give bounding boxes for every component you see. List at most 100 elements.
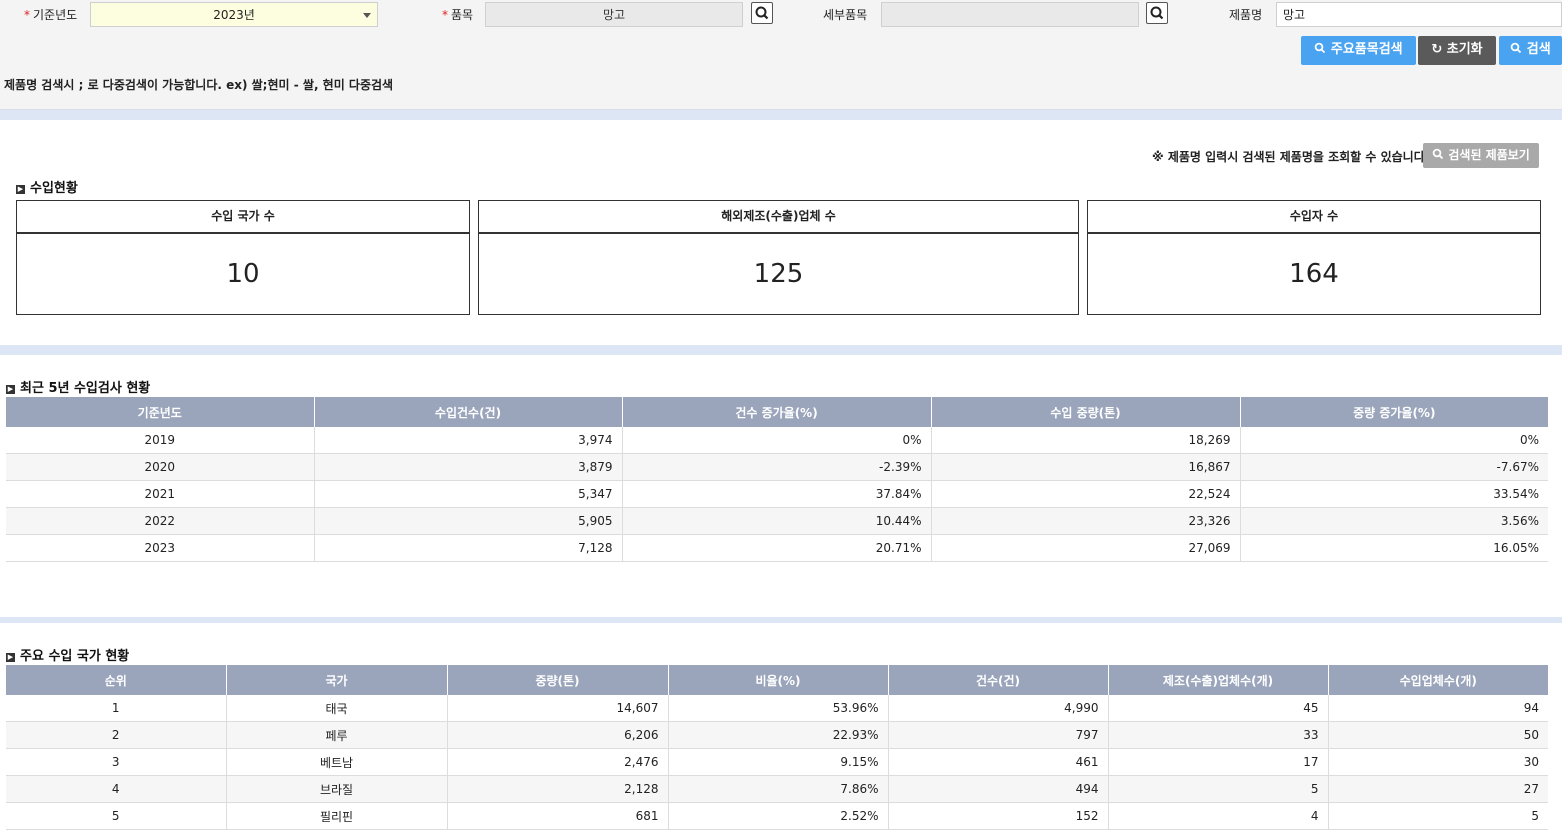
search-icon [1432, 148, 1444, 160]
year-select-value: 2023년 [213, 8, 255, 22]
column-header[interactable]: 수입업체수(개) [1328, 665, 1548, 695]
year-label: * 기준년도 [24, 8, 78, 22]
product-name-input[interactable]: 망고 [1276, 2, 1562, 27]
table-row: 2021 5,347 37.84% 22,524 33.54% [6, 480, 1548, 508]
table-header-row: 순위 국가 중량(톤) 비율(%) 건수(건) 제조(수출)업체수(개) 수입업… [6, 665, 1548, 695]
manufacturer-count-cell: 33 [1108, 721, 1329, 749]
search-button[interactable]: 검색 [1499, 36, 1562, 65]
item-field[interactable]: 망고 [485, 2, 743, 27]
count-cell: 4,990 [888, 695, 1109, 722]
year-cell: 2021 [6, 480, 315, 508]
item-label: * 품목 [442, 8, 474, 22]
column-header[interactable]: 중량(톤) [447, 665, 669, 695]
table-row: 5 필리핀 681 2.52% 152 4 5 [6, 802, 1548, 830]
five-year-title: ▶ 최근 5년 수입검사 현황 [6, 381, 151, 396]
year-cell: 2022 [6, 507, 315, 535]
multi-search-hint: 제품명 검색시 ; 로 다중검색이 가능합니다. ex) 쌀;현미 - 쌀, 현… [4, 78, 394, 92]
item-search-button[interactable] [751, 2, 773, 24]
product-notice: ※ 제품명 입력시 검색된 제품명을 조회할 수 있습니다. [1152, 150, 1430, 164]
count-cell: 494 [888, 775, 1109, 803]
subitem-field[interactable] [881, 2, 1139, 27]
search-icon [1510, 42, 1522, 54]
table-row: 3 베트남 2,476 9.15% 461 17 30 [6, 748, 1548, 776]
count-cell: 5,347 [314, 480, 623, 508]
search-icon [1315, 42, 1326, 54]
year-select[interactable]: 2023년 [90, 2, 378, 27]
section-divider [0, 110, 1562, 120]
count-rate-cell: 0% [622, 427, 932, 454]
column-header[interactable]: 비율(%) [668, 665, 889, 695]
country-cell: 페루 [226, 721, 448, 749]
count-cell: 797 [888, 721, 1109, 749]
column-header[interactable]: 중량 증가율(%) [1240, 397, 1548, 427]
product-label: 제품명 [1229, 8, 1263, 22]
reset-button[interactable]: ↻ 초기화 [1418, 36, 1496, 65]
view-searched-products-button[interactable]: 검색된 제품보기 [1423, 143, 1539, 168]
bullet-icon: ▶ [6, 653, 15, 662]
country-cell: 베트남 [226, 748, 448, 776]
five-year-table: 기준년도 수입건수(건) 건수 증가율(%) 수입 중량(톤) 중량 증가율(%… [6, 397, 1548, 562]
table-row: 2020 3,879 -2.39% 16,867 -7.67% [6, 453, 1548, 481]
weight-cell: 6,206 [447, 721, 669, 749]
rank-cell: 4 [6, 775, 227, 803]
count-cell: 3,879 [314, 453, 623, 481]
summary-title: ▶ 수입현황 [16, 181, 78, 196]
column-header[interactable]: 기준년도 [6, 397, 315, 427]
year-cell: 2020 [6, 453, 315, 481]
country-cell: 필리핀 [226, 802, 448, 830]
weight-cell: 16,867 [931, 453, 1241, 481]
weight-cell: 23,326 [931, 507, 1241, 535]
bullet-icon: ▶ [6, 385, 15, 394]
table-row: 2 페루 6,206 22.93% 797 33 50 [6, 721, 1548, 749]
column-header[interactable]: 건수 증가율(%) [622, 397, 932, 427]
rank-cell: 5 [6, 802, 227, 830]
count-rate-cell: -2.39% [622, 453, 932, 481]
weight-rate-cell: -7.67% [1240, 453, 1548, 481]
importer-count-cell: 50 [1328, 721, 1548, 749]
weight-rate-cell: 33.54% [1240, 480, 1548, 508]
subitem-label: 세부품목 [823, 8, 868, 22]
count-cell: 461 [888, 748, 1109, 776]
count-rate-cell: 37.84% [622, 480, 932, 508]
weight-rate-cell: 16.05% [1240, 534, 1548, 562]
search-icon [1150, 6, 1164, 20]
column-header[interactable]: 순위 [6, 665, 227, 695]
rank-cell: 3 [6, 748, 227, 776]
column-header[interactable]: 제조(수출)업체수(개) [1108, 665, 1329, 695]
ratio-cell: 7.86% [668, 775, 889, 803]
manufacturer-count-cell: 4 [1108, 802, 1329, 830]
weight-rate-cell: 0% [1240, 427, 1548, 454]
manufacturer-count-cell: 17 [1108, 748, 1329, 776]
weight-cell: 27,069 [931, 534, 1241, 562]
year-cell: 2019 [6, 427, 315, 454]
column-header[interactable]: 국가 [226, 665, 448, 695]
column-header[interactable]: 건수(건) [888, 665, 1109, 695]
card-value: 125 [753, 259, 804, 289]
major-item-search-button[interactable]: 주요품목검색 [1301, 36, 1416, 65]
importer-count-cell: 94 [1328, 695, 1548, 722]
weight-cell: 2,476 [447, 748, 669, 776]
bullet-icon: ▶ [16, 185, 25, 194]
dropdown-caret-icon [363, 13, 371, 18]
rank-cell: 1 [6, 695, 227, 722]
table-row: 2022 5,905 10.44% 23,326 3.56% [6, 507, 1548, 535]
column-header[interactable]: 수입건수(건) [314, 397, 623, 427]
card-label: 수입 국가 수 [17, 201, 469, 234]
count-rate-cell: 20.71% [622, 534, 932, 562]
country-cell: 브라질 [226, 775, 448, 803]
ratio-cell: 9.15% [668, 748, 889, 776]
count-cell: 152 [888, 802, 1109, 830]
importer-count-cell: 5 [1328, 802, 1548, 830]
weight-cell: 14,607 [447, 695, 669, 722]
subitem-search-button[interactable] [1146, 2, 1168, 24]
card-value: 164 [1289, 259, 1339, 289]
weight-cell: 18,269 [931, 427, 1241, 454]
manufacturer-count-cell: 5 [1108, 775, 1329, 803]
count-cell: 7,128 [314, 534, 623, 562]
column-header[interactable]: 수입 중량(톤) [931, 397, 1241, 427]
table-row: 4 브라질 2,128 7.86% 494 5 27 [6, 775, 1548, 803]
countries-table: 순위 국가 중량(톤) 비율(%) 건수(건) 제조(수출)업체수(개) 수입업… [6, 665, 1548, 830]
table-header-row: 기준년도 수입건수(건) 건수 증가율(%) 수입 중량(톤) 중량 증가율(%… [6, 397, 1548, 427]
ratio-cell: 22.93% [668, 721, 889, 749]
weight-cell: 681 [447, 802, 669, 830]
